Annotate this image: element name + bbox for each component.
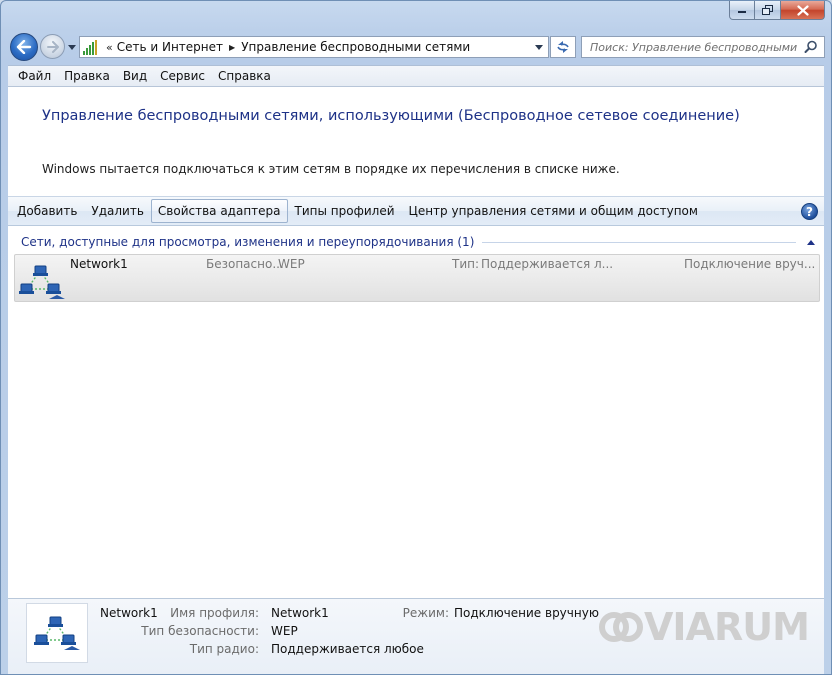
details-security-label: Тип безопасности: (141, 624, 259, 638)
profile-types-button[interactable]: Типы профилей (288, 199, 402, 223)
chevron-down-icon (535, 44, 543, 50)
close-button[interactable] (781, 1, 825, 20)
help-icon: ? (806, 204, 813, 219)
details-radio-label: Тип радио: (189, 642, 259, 656)
menu-file[interactable]: Файл (12, 69, 58, 83)
group-title: Сети, доступные для просмотра, изменения… (21, 235, 475, 249)
arrow-left-icon (16, 40, 32, 54)
wireless-network-icon (19, 265, 65, 299)
details-profile-value: Network1 (271, 606, 329, 620)
minimize-icon (738, 11, 746, 13)
command-bar: Добавить Удалить Свойства адаптера Типы … (8, 196, 824, 226)
details-radio-value: Поддерживается любое (271, 642, 424, 656)
details-pane: Network1 Имя профиля: Network1 Тип безоп… (8, 598, 824, 674)
refresh-button[interactable] (550, 36, 576, 58)
maximize-button[interactable] (755, 1, 781, 20)
caption-buttons (729, 1, 825, 20)
menu-edit[interactable]: Правка (58, 69, 117, 83)
forward-button[interactable] (40, 34, 65, 59)
adapter-properties-button[interactable]: Свойства адаптера (150, 199, 288, 223)
explorer-window: « Сеть и Интернет ▶ Управление беспровод… (0, 0, 832, 675)
wireless-signal-icon (83, 39, 101, 55)
menu-tools[interactable]: Сервис (154, 69, 212, 83)
network-list-item[interactable]: Network1 Безопасно... WEP Тип: Поддержив… (14, 254, 820, 302)
breadcrumb-overflow[interactable]: « (106, 41, 113, 54)
watermark-text: VIARUM (644, 605, 810, 649)
network-type-label: Тип: (452, 257, 480, 271)
network-name: Network1 (70, 257, 128, 271)
refresh-icon (557, 41, 569, 53)
minimize-button[interactable] (729, 1, 755, 20)
add-network-button[interactable]: Добавить (10, 199, 84, 223)
page-title: Управление беспроводными сетями, использ… (42, 108, 740, 124)
network-type-value: Поддерживается л... (481, 257, 614, 271)
details-profile-label: Имя профиля: (170, 606, 259, 620)
details-security-value: WEP (271, 624, 298, 638)
network-mode: Подключение вруч... (684, 257, 816, 271)
page-description: Windows пытается подключаться к этим сет… (42, 162, 620, 176)
back-button[interactable] (10, 33, 38, 61)
group-divider (482, 241, 796, 243)
wireless-network-icon (34, 616, 80, 650)
search-box[interactable] (581, 36, 825, 58)
network-security-value: WEP (278, 257, 305, 271)
search-icon[interactable] (804, 40, 818, 54)
chevron-down-icon (68, 44, 76, 50)
breadcrumb-manage-wireless[interactable]: Управление беспроводными сетями (241, 40, 470, 54)
breadcrumb-separator-icon[interactable]: ▶ (229, 43, 235, 52)
details-mode-value: Подключение вручную (454, 606, 599, 620)
navigation-bar: « Сеть и Интернет ▶ Управление беспровод… (1, 31, 831, 63)
address-bar[interactable]: « Сеть и Интернет ▶ Управление беспровод… (79, 36, 549, 58)
main-content: Управление беспроводными сетями, использ… (8, 87, 824, 598)
help-button[interactable]: ? (801, 203, 818, 220)
menu-view[interactable]: Вид (117, 69, 154, 83)
details-mode-label: Режим: (402, 606, 449, 620)
chevron-up-icon[interactable] (806, 237, 816, 247)
watermark-logo: VIARUM (598, 605, 810, 649)
recent-pages-button[interactable] (67, 42, 77, 52)
network-group-header[interactable]: Сети, доступные для просмотра, изменения… (21, 233, 816, 251)
close-icon (796, 4, 809, 16)
restore-icon (761, 5, 773, 15)
remove-network-button[interactable]: Удалить (84, 199, 151, 223)
address-dropdown-button[interactable] (530, 37, 548, 57)
network-center-button[interactable]: Центр управления сетями и общим доступом (402, 199, 705, 223)
breadcrumb-network-internet[interactable]: Сеть и Интернет (117, 40, 223, 54)
details-thumbnail (26, 603, 88, 663)
network-security-label: Безопасно... (206, 257, 284, 271)
menu-bar: Файл Правка Вид Сервис Справка (8, 65, 824, 87)
arrow-right-icon (46, 40, 59, 53)
menu-help[interactable]: Справка (212, 69, 278, 83)
search-input[interactable] (590, 40, 800, 54)
watermark-mark (599, 612, 643, 642)
details-network-name: Network1 (100, 606, 158, 620)
